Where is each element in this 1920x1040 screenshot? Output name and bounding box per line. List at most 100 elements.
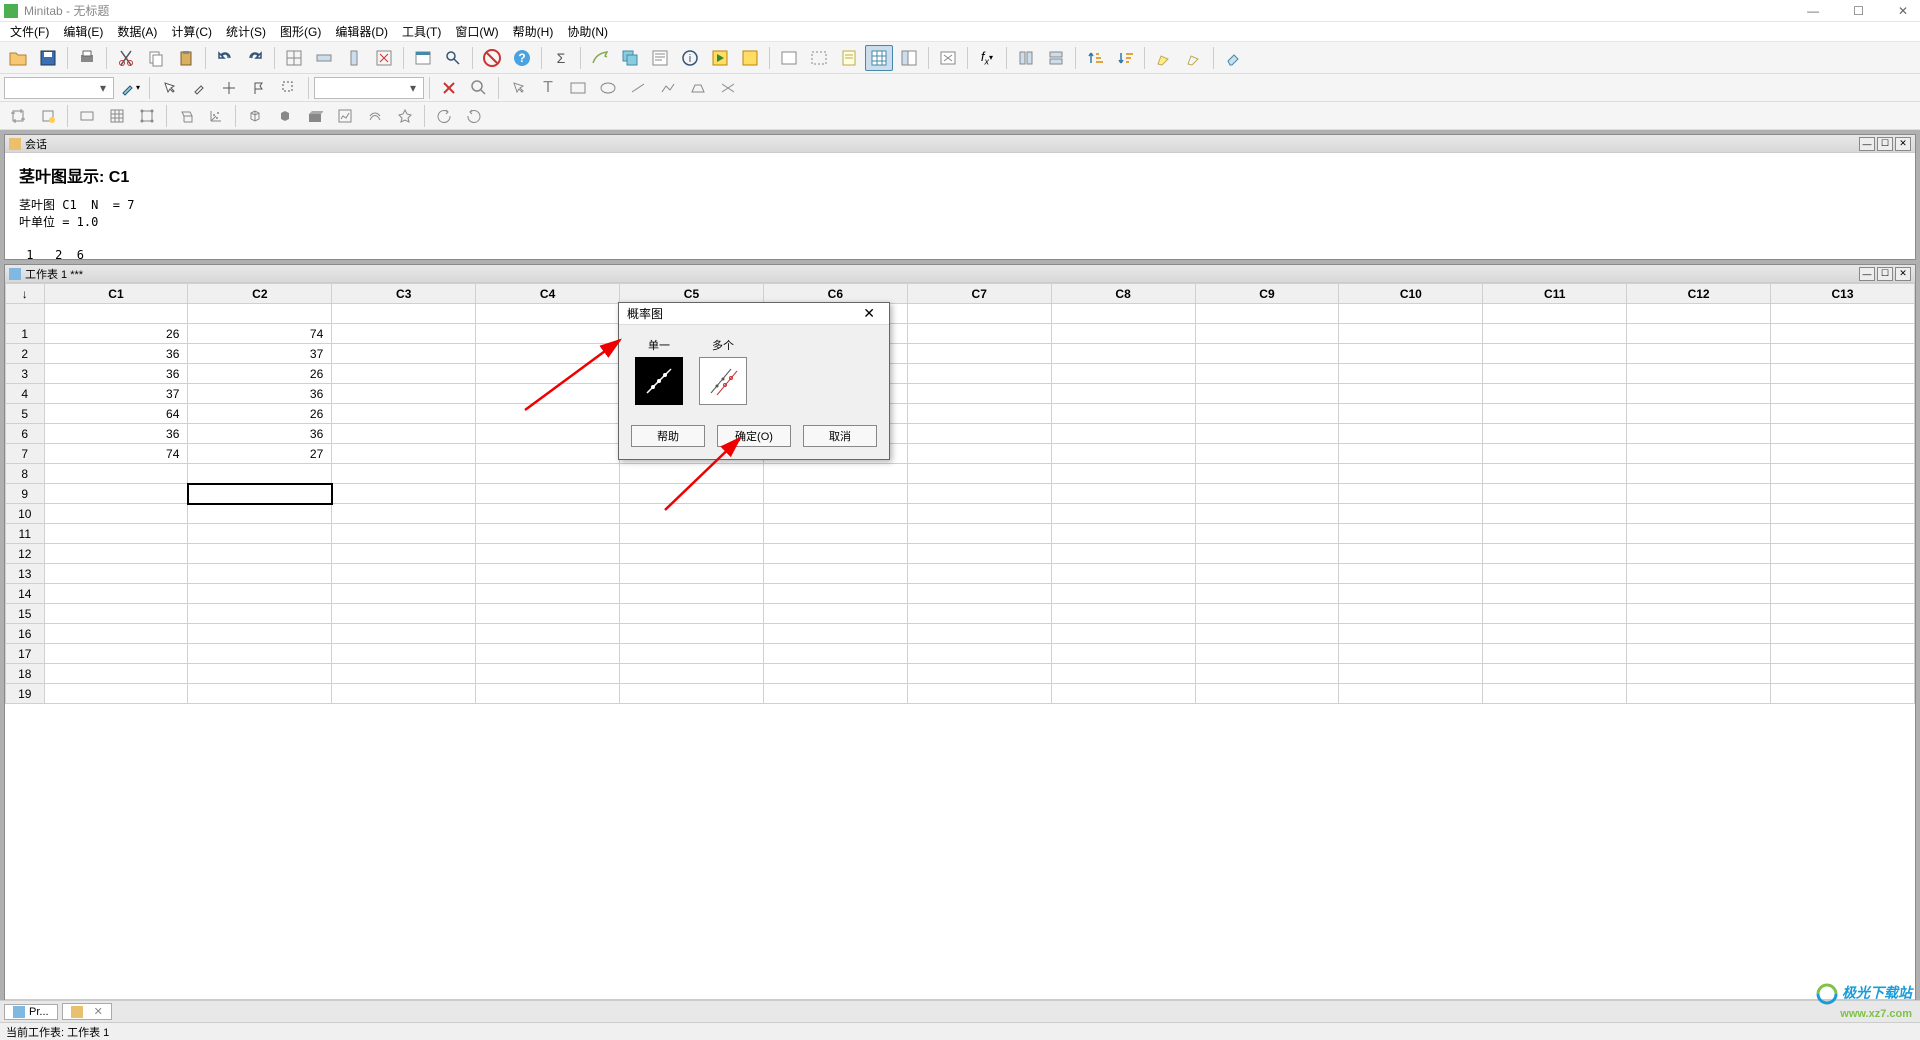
mesh-icon[interactable] <box>361 103 389 129</box>
cell-C11-19[interactable] <box>1483 684 1627 704</box>
cut-icon[interactable] <box>112 45 140 71</box>
dialog-close-button[interactable]: ✕ <box>857 305 881 322</box>
cell-C11-10[interactable] <box>1483 504 1627 524</box>
cell-C9-19[interactable] <box>1195 684 1339 704</box>
cell-C1-6[interactable]: 36 <box>44 424 188 444</box>
cell-C13-7[interactable] <box>1771 444 1915 464</box>
cell-C6-11[interactable] <box>763 524 907 544</box>
cell-C8-8[interactable] <box>1051 464 1195 484</box>
cell-C11-11[interactable] <box>1483 524 1627 544</box>
menu-d[interactable]: 编辑器(D) <box>329 21 394 42</box>
cell-C11-7[interactable] <box>1483 444 1627 464</box>
redo-icon[interactable] <box>241 45 269 71</box>
cell-C2-12[interactable] <box>188 544 332 564</box>
menu-h[interactable]: 帮助(H) <box>507 21 560 42</box>
cell-C7-6[interactable] <box>907 424 1051 444</box>
cell-C11-6[interactable] <box>1483 424 1627 444</box>
rotate-right-icon[interactable] <box>460 103 488 129</box>
cell-C4-10[interactable] <box>476 504 620 524</box>
session-min-button[interactable]: — <box>1859 137 1875 151</box>
cell-C2-4[interactable]: 36 <box>188 384 332 404</box>
cell-C2-13[interactable] <box>188 564 332 584</box>
cell-C12-3[interactable] <box>1627 364 1771 384</box>
row-header-17[interactable]: 17 <box>6 644 45 664</box>
cell-C1-16[interactable] <box>44 624 188 644</box>
cell-C4-14[interactable] <box>476 584 620 604</box>
menu-f[interactable]: 文件(F) <box>4 21 55 42</box>
cell-C13-4[interactable] <box>1771 384 1915 404</box>
cell-C4-3[interactable] <box>476 364 620 384</box>
reportpad-icon[interactable] <box>835 45 863 71</box>
col-header-C11[interactable]: C11 <box>1483 284 1627 304</box>
cell-C3-18[interactable] <box>332 664 476 684</box>
cell-C1-3[interactable]: 36 <box>44 364 188 384</box>
cell-C4-2[interactable] <box>476 344 620 364</box>
sort-desc-icon[interactable] <box>1111 45 1139 71</box>
cell-C3-11[interactable] <box>332 524 476 544</box>
cell-C1-13[interactable] <box>44 564 188 584</box>
highlight2-icon[interactable] <box>1180 45 1208 71</box>
cell-C4-5[interactable] <box>476 404 620 424</box>
cell-C8-19[interactable] <box>1051 684 1195 704</box>
cell-C9-1[interactable] <box>1195 324 1339 344</box>
cell-C6-8[interactable] <box>763 464 907 484</box>
eraser-icon[interactable] <box>1219 45 1247 71</box>
cell-C12-18[interactable] <box>1627 664 1771 684</box>
cell-C4-7[interactable] <box>476 444 620 464</box>
polygon-icon[interactable] <box>684 75 712 101</box>
cell-C9-12[interactable] <box>1195 544 1339 564</box>
col-name-C4[interactable] <box>476 304 620 324</box>
cell-C4-12[interactable] <box>476 544 620 564</box>
cell-C7-14[interactable] <box>907 584 1051 604</box>
cell-C10-16[interactable] <box>1339 624 1483 644</box>
formula-icon[interactable]: fx▾ <box>973 45 1001 71</box>
cell-C1-9[interactable] <box>44 484 188 504</box>
cell-C2-14[interactable] <box>188 584 332 604</box>
cell-C11-12[interactable] <box>1483 544 1627 564</box>
cell-C7-1[interactable] <box>907 324 1051 344</box>
cell-C12-1[interactable] <box>1627 324 1771 344</box>
worksheet-grid[interactable]: ↓C1C2C3C4C5C6C7C8C9C10C11C12C13126742363… <box>5 283 1915 1015</box>
cell-C7-11[interactable] <box>907 524 1051 544</box>
cell-C13-16[interactable] <box>1771 624 1915 644</box>
cell-C8-4[interactable] <box>1051 384 1195 404</box>
col-header-C5[interactable]: C5 <box>620 284 764 304</box>
cell-C13-12[interactable] <box>1771 544 1915 564</box>
minimize-button[interactable]: — <box>1799 4 1827 18</box>
cell-C13-1[interactable] <box>1771 324 1915 344</box>
cube-fill-icon[interactable] <box>271 103 299 129</box>
cell-C12-15[interactable] <box>1627 604 1771 624</box>
cell-C9-17[interactable] <box>1195 644 1339 664</box>
row-header-7[interactable]: 7 <box>6 444 45 464</box>
chart-icon[interactable] <box>331 103 359 129</box>
crop-icon[interactable] <box>4 103 32 129</box>
col-header-C8[interactable]: C8 <box>1051 284 1195 304</box>
cell-C12-9[interactable] <box>1627 484 1771 504</box>
cell-C10-3[interactable] <box>1339 364 1483 384</box>
cell-C7-2[interactable] <box>907 344 1051 364</box>
cancel-button[interactable]: 取消 <box>803 425 877 447</box>
assistant-icon[interactable] <box>586 45 614 71</box>
cell-C3-7[interactable] <box>332 444 476 464</box>
cell-C5-9[interactable] <box>620 484 764 504</box>
cell-C5-14[interactable] <box>620 584 764 604</box>
cell-C6-10[interactable] <box>763 504 907 524</box>
cell-C12-5[interactable] <box>1627 404 1771 424</box>
cell-C13-2[interactable] <box>1771 344 1915 364</box>
worksheet-titlebar[interactable]: 工作表 1 *** — ☐ ✕ <box>5 265 1915 283</box>
zoom-icon[interactable] <box>275 75 303 101</box>
cell-C12-4[interactable] <box>1627 384 1771 404</box>
brush-tool-icon[interactable]: ▾ <box>116 75 144 101</box>
ellipse-icon[interactable] <box>594 75 622 101</box>
col-header-C9[interactable]: C9 <box>1195 284 1339 304</box>
cell-C8-17[interactable] <box>1051 644 1195 664</box>
cell-C13-11[interactable] <box>1771 524 1915 544</box>
cell-C13-15[interactable] <box>1771 604 1915 624</box>
cell-C3-6[interactable] <box>332 424 476 444</box>
clear-icon[interactable] <box>370 45 398 71</box>
corner-cell[interactable]: ↓ <box>6 284 45 304</box>
menu-a[interactable]: 数据(A) <box>111 21 163 42</box>
cell-C8-10[interactable] <box>1051 504 1195 524</box>
cell-C9-7[interactable] <box>1195 444 1339 464</box>
cell-C12-8[interactable] <box>1627 464 1771 484</box>
